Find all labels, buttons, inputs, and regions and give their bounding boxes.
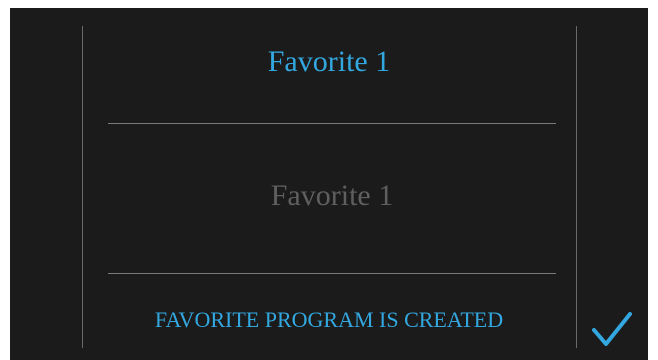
page-title: Favorite 1 (267, 45, 391, 78)
bottom-separator (108, 273, 556, 274)
right-divider (576, 26, 577, 348)
confirm-button[interactable] (590, 308, 634, 352)
status-message: FAVORITE PROGRAM IS CREATED (154, 307, 504, 332)
favorite-name-field[interactable]: Favorite 1 (108, 176, 556, 216)
checkmark-icon (592, 312, 632, 346)
top-separator (108, 123, 556, 124)
favorite-created-screen: Favorite 1 Favorite 1 FAVORITE PROGRAM I… (10, 8, 648, 360)
